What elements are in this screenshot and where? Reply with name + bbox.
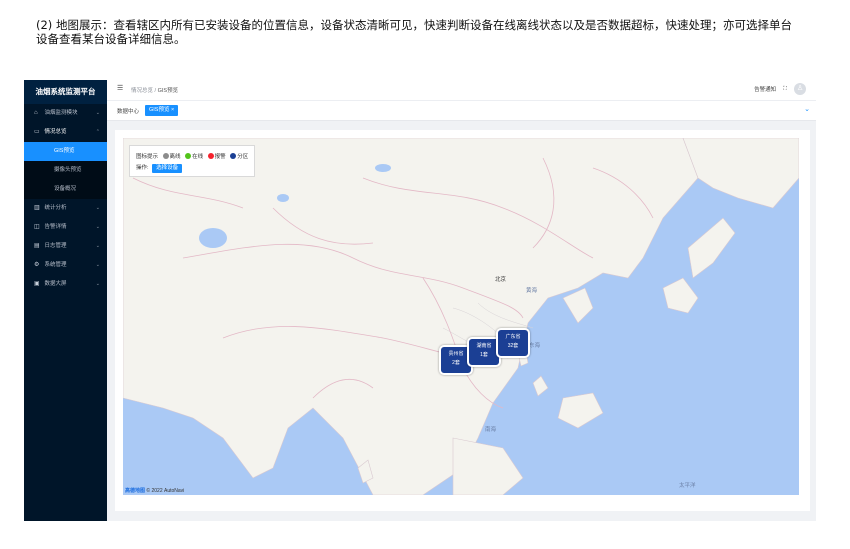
submenu-device-overview[interactable]: 设备概况 [24,180,107,199]
brand-title: 油烟系统监测平台 [24,80,107,104]
menu-item-system[interactable]: ⚙ 系统管理 ⌄ [24,256,107,275]
map-background [123,138,799,495]
legend-alarm: 报警 [214,154,226,160]
submenu-gis-preview[interactable]: GIS预览 [24,142,107,161]
region-marker-guangdong[interactable]: 广东省 32套 [496,328,530,358]
legend-title: 图标提示 [136,154,159,160]
marker-name: 广东省 [505,334,521,340]
map-legend: 图标提示 离线 在线 报警 分区 操作: 选择设备 [129,145,255,177]
gear-icon: ⚙ [34,262,40,268]
menu-item-statistics[interactable]: ▥ 统计分析 ⌄ [24,199,107,218]
alarm-notice-link[interactable]: 告警通知 [754,85,776,93]
chevron-down-icon: ⌄ [95,281,100,287]
map-label-yellow-sea: 黄海 [526,288,538,294]
menu-label: 告警详情 [44,224,67,230]
chevron-down-icon: ⌄ [95,224,100,230]
menu-label: 统计分析 [44,205,67,211]
submenu-camera-preview[interactable]: 摄像头预览 [24,161,107,180]
marker-count: 32套 [507,343,519,349]
amap-logo: 高德地图 [125,488,146,494]
menu-label: 油烟监测模块 [44,110,78,116]
map-card: 图标提示 离线 在线 报警 分区 操作: 选择设备 北京 黄海 东海 南海 太平… [115,130,810,511]
menu-item-overview[interactable]: ▭ 情况总览 ⌃ [24,123,107,142]
chevron-down-icon: ⌄ [95,243,100,249]
document-icon: ▤ [34,243,40,249]
map-label-beijing: 北京 [495,277,507,283]
menu-label: 系统管理 [44,262,67,268]
offline-dot-icon [162,153,169,159]
menu-label: 日志管理 [44,243,67,249]
home-icon: ⌂ [34,110,38,116]
breadcrumb-current: GIS预览 [157,88,179,94]
select-device-button[interactable]: 选择设备 [152,164,183,173]
tags-bar: 数据中心 GIS预览 × ⌄ [107,101,816,121]
description-paragraph: (2) 地图展示：查看辖区内所有已安装设备的位置信息，设备状态清晰可见，快速判断… [36,18,792,46]
breadcrumb-parent[interactable]: 情况总览 [131,88,153,94]
monitor-icon: ▭ [34,129,40,135]
menu-item-dashboard[interactable]: ▣ 数据大屏 ⌄ [24,275,107,294]
app-window: 油烟系统监测平台 ⌂ 油烟监测模块 ⌄ ▭ 情况总览 ⌃ GIS预览 摄像头预览… [24,80,816,521]
legend-zone: 分区 [237,154,249,160]
menu-item-oil-monitor[interactable]: ⌂ 油烟监测模块 ⌄ [24,104,107,123]
tab-gis-preview[interactable]: GIS预览 × [145,105,179,116]
legend-action-row: 操作: 选择设备 [136,163,183,173]
legend-offline: 离线 [169,154,181,160]
marker-name: 湖南省 [476,343,492,349]
sidebar: 油烟系统监测平台 ⌂ 油烟监测模块 ⌄ ▭ 情况总览 ⌃ GIS预览 摄像头预览… [24,80,107,521]
bar-chart-icon: ▥ [34,205,40,211]
map-label-pacific: 太平洋 [679,483,696,489]
tab-data-center[interactable]: 数据中心 [117,107,139,115]
top-bar: ☰ 情况总览 / GIS预览 告警通知 ⛶ ♙ [107,80,816,101]
breadcrumb: 情况总览 / GIS预览 [131,86,178,94]
marker-count: 1套 [480,352,488,358]
chevron-down-icon[interactable]: ⌄ [804,105,810,113]
gis-map[interactable]: 图标提示 离线 在线 报警 分区 操作: 选择设备 北京 黄海 东海 南海 太平… [123,138,799,495]
chevron-down-icon: ⌄ [95,262,100,268]
alarm-icon: ◫ [34,224,40,230]
header-actions: 告警通知 ⛶ ♙ [754,83,806,95]
screen-icon: ▣ [34,281,40,287]
fullscreen-icon[interactable]: ⛶ [783,86,787,93]
chevron-up-icon: ⌃ [95,129,100,135]
legend-online: 在线 [192,154,204,160]
menu-item-alarms[interactable]: ◫ 告警详情 ⌄ [24,218,107,237]
map-label-south-sea: 南海 [485,427,497,433]
legend-row: 图标提示 离线 在线 报警 分区 [136,152,248,160]
map-label-east-sea: 东海 [529,343,541,349]
menu-toggle-icon[interactable]: ☰ [117,84,123,92]
main-area: ☰ 情况总览 / GIS预览 告警通知 ⛶ ♙ 数据中心 GIS预览 × ⌄ 图… [107,80,816,521]
map-attribution: 高德地图 © 2022 AutoNavi [125,487,184,494]
attribution-text: © 2022 AutoNavi [146,488,185,494]
menu-label: 数据大屏 [44,281,67,287]
zone-dot-icon [230,153,237,159]
chevron-down-icon: ⌄ [95,205,100,211]
menu-item-logs[interactable]: ▤ 日志管理 ⌄ [24,237,107,256]
breadcrumb-separator: / [154,88,157,94]
menu-label: 情况总览 [44,129,67,135]
action-label: 操作: [136,165,149,171]
alarm-dot-icon [207,153,214,159]
avatar[interactable]: ♙ [794,83,806,95]
online-dot-icon [185,153,192,159]
chevron-down-icon: ⌄ [95,110,100,116]
